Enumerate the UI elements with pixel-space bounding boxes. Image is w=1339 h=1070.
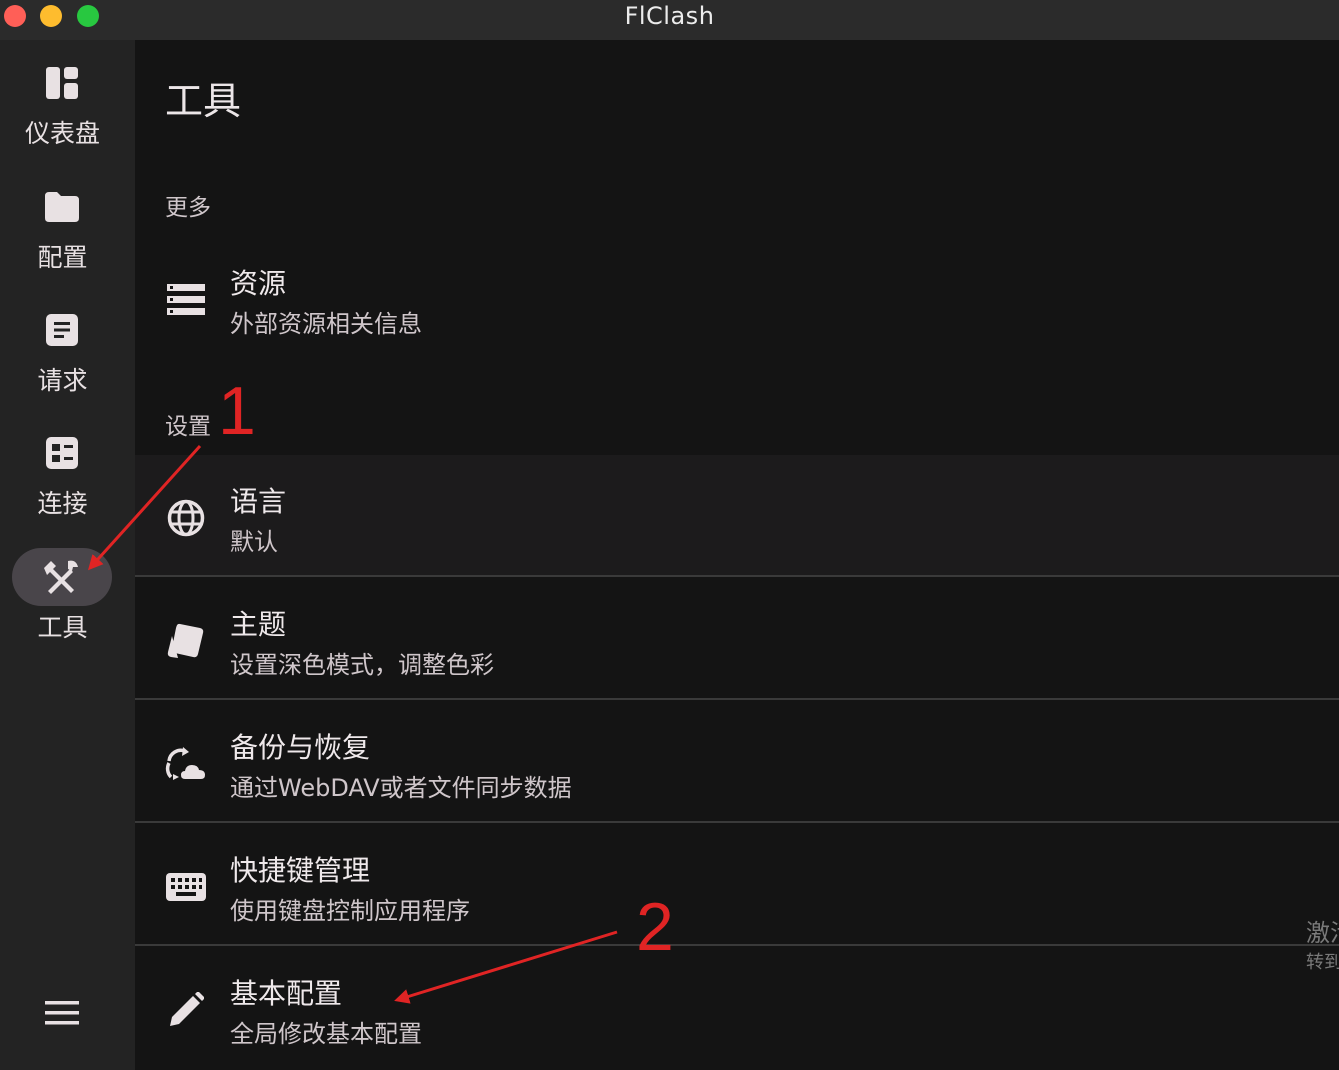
item-subtitle: 外部资源相关信息 [230,310,422,338]
item-title: 资源 [230,267,287,300]
item-subtitle: 通过WebDAV或者文件同步数据 [230,774,572,802]
menu-button[interactable] [42,995,82,1031]
cloud-sync-icon [163,741,209,787]
item-subtitle: 使用键盘控制应用程序 [230,897,470,925]
item-title: 语言 [230,485,287,518]
activation-overlay: 激活 转到 [1306,918,1339,978]
sidebar-item-label: 仪表盘 [24,119,100,148]
sidebar-item-connections[interactable]: 连接 [0,424,125,534]
item-subtitle: 全局修改基本配置 [230,1020,422,1048]
title-bar: FlClash [0,0,1339,41]
sidebar-item-tools[interactable]: 工具 [0,548,125,658]
menu-icon [45,1001,79,1025]
sidebar-item-label: 请求 [37,366,88,395]
tools-item-hotkeys[interactable]: 快捷键管理 使用键盘控制应用程序 [135,824,1339,946]
annotation-number-2: 2 [636,889,674,965]
tools-item-basic-config[interactable]: 基本配置 全局修改基本配置 [135,947,1339,1069]
sidebar-item-label: 配置 [37,243,88,272]
page-title: 工具 [165,79,242,123]
sidebar-item-dashboard[interactable]: 仪表盘 [0,54,125,164]
divider [135,698,1339,700]
edit-icon [163,987,209,1033]
storage-icon [163,277,209,323]
dashboard-icon [12,54,112,112]
sidebar-item-label: 工具 [37,613,88,642]
tools-item-language[interactable]: 语言 默认 [135,455,1339,577]
item-title: 主题 [230,608,287,641]
tools-item-resources[interactable]: 资源 外部资源相关信息 [135,237,1339,359]
divider [135,821,1339,823]
tools-item-theme[interactable]: 主题 设置深色模式，调整色彩 [135,578,1339,700]
item-subtitle: 默认 [230,528,278,556]
divider [135,944,1339,946]
globe-icon [163,495,209,541]
activation-overlay-line1: 激活 [1306,919,1339,947]
sidebar-item-profiles[interactable]: 配置 [0,178,125,288]
palette-icon [163,618,209,664]
item-title: 基本配置 [230,977,343,1010]
window-title: FlClash [624,2,715,30]
article-icon [12,301,112,359]
keyboard-icon [163,864,209,910]
tools-item-backup[interactable]: 备份与恢复 通过WebDAV或者文件同步数据 [135,701,1339,823]
divider [135,575,1339,577]
activation-overlay-line2: 转到 [1306,952,1339,973]
sidebar-item-label: 连接 [37,489,88,518]
folder-icon [12,178,112,236]
item-title: 备份与恢复 [230,731,371,764]
tools-icon [12,548,112,606]
annotation-number-1: 1 [218,373,256,449]
sidebar-item-requests[interactable]: 请求 [0,301,125,411]
connections-icon [12,424,112,482]
section-header-settings: 设置 [165,414,211,440]
section-header-more: 更多 [165,195,211,221]
item-title: 快捷键管理 [230,854,371,887]
item-subtitle: 设置深色模式，调整色彩 [230,651,494,679]
main-content: 工具 更多 资源 外部资源相关信息 设置 语言 默认 主题 设置深色模式，调整色… [135,40,1339,1070]
sidebar: 仪表盘 配置 请求 连接 工具 [0,40,135,1070]
